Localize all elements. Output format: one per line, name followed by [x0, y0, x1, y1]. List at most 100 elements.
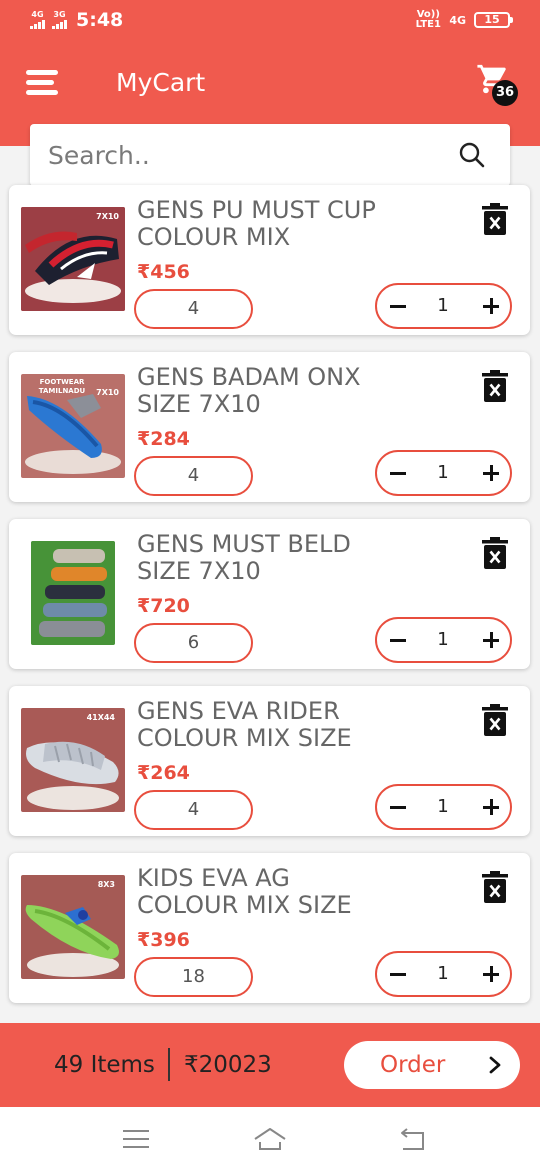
decrease-quantity-button[interactable]: [387, 619, 411, 661]
cart-item-card: 7X10 GENS PU MUST CUP COLOUR MIX ₹456 4 …: [9, 185, 530, 335]
minus-icon: [390, 472, 406, 475]
minus-icon: [390, 305, 406, 308]
size-selector[interactable]: 18: [134, 957, 253, 997]
size-selector[interactable]: 4: [134, 790, 253, 830]
product-size-tag: 8X3: [97, 880, 115, 889]
product-name: KIDS EVA AG COLOUR MIX SIZE: [137, 864, 352, 919]
cart-item-card: 8X3 KIDS EVA AG COLOUR MIX SIZE ₹396 18 …: [9, 853, 530, 1003]
cart-item-card: 41X44 GENS EVA RIDER COLOUR MIX SIZE ₹26…: [9, 686, 530, 836]
network-type: 4G: [449, 13, 466, 27]
quantity-value: 1: [437, 629, 449, 650]
plus-icon-stem: [490, 465, 493, 481]
sim2-network-label: 3G: [53, 10, 66, 19]
home-icon[interactable]: [253, 1125, 287, 1153]
size-selector[interactable]: 6: [134, 623, 253, 663]
brand-tag: FOOTWEAR TAMILNADU: [38, 378, 86, 395]
checkout-bar: 49 Items ₹20023 Order: [0, 1023, 540, 1107]
decrease-quantity-button[interactable]: [387, 786, 411, 828]
clock: 5:48: [76, 9, 124, 31]
search-input[interactable]: [48, 124, 448, 186]
product-price: ₹456: [137, 261, 190, 283]
sim2-signal: 3G: [52, 11, 67, 29]
status-right: Vo)) LTE1 4G 15: [415, 9, 513, 30]
back-icon[interactable]: [395, 1125, 429, 1153]
product-name: GENS PU MUST CUP COLOUR MIX: [137, 196, 376, 251]
sim1-signal: 4G: [30, 11, 45, 29]
signal-bars-icon: [30, 20, 45, 29]
increase-quantity-button[interactable]: [479, 786, 503, 828]
page-title: MyCart: [116, 68, 206, 97]
product-image: 7X10 FOOTWEAR TAMILNADU: [21, 374, 125, 478]
product-size-tag: 7X10: [96, 388, 119, 397]
quantity-value: 1: [437, 295, 449, 316]
plus-icon-stem: [490, 966, 493, 982]
minus-icon: [390, 639, 406, 642]
items-count: 49 Items: [54, 1052, 155, 1078]
product-name: GENS BADAM ONX SIZE 7X10: [137, 363, 361, 418]
product-image: 7X10: [21, 207, 125, 311]
decrease-quantity-button[interactable]: [387, 452, 411, 494]
slipper-image: [31, 541, 115, 645]
battery-icon: 15: [474, 12, 513, 28]
quantity-stepper: 1: [375, 283, 512, 329]
delete-icon[interactable]: [481, 203, 509, 235]
size-selector[interactable]: 4: [134, 289, 253, 329]
sim1-network-label: 4G: [31, 10, 44, 19]
status-left: 4G 3G 5:48: [30, 8, 123, 32]
hamburger-menu-icon[interactable]: [26, 70, 58, 96]
divider: [168, 1048, 170, 1081]
product-size-tag: 41X44: [86, 713, 115, 722]
delete-icon[interactable]: [481, 704, 509, 736]
search-bar: [30, 124, 510, 186]
delete-icon[interactable]: [481, 370, 509, 402]
plus-icon-stem: [490, 799, 493, 815]
slipper-image: [21, 875, 125, 979]
plus-icon-stem: [490, 632, 493, 648]
quantity-stepper: 1: [375, 784, 512, 830]
product-size-tag: 7X10: [96, 212, 119, 221]
decrease-quantity-button[interactable]: [387, 953, 411, 995]
quantity-stepper: 1: [375, 450, 512, 496]
chevron-right-icon: [489, 1056, 501, 1074]
product-image: 8X3: [21, 875, 125, 979]
cart-item-card: 7X10 FOOTWEAR TAMILNADU GENS BADAM ONX S…: [9, 352, 530, 502]
product-name: GENS EVA RIDER COLOUR MIX SIZE: [137, 697, 352, 752]
order-button[interactable]: Order: [344, 1041, 520, 1089]
minus-icon: [390, 806, 406, 809]
order-button-label: Order: [380, 1052, 446, 1078]
increase-quantity-button[interactable]: [479, 619, 503, 661]
cart-count-badge: 36: [492, 80, 518, 106]
system-navigation-bar: [0, 1107, 540, 1170]
cart-total: ₹20023: [184, 1052, 272, 1078]
size-selector[interactable]: 4: [134, 456, 253, 496]
plus-icon-stem: [490, 298, 493, 314]
increase-quantity-button[interactable]: [479, 452, 503, 494]
recent-apps-icon[interactable]: [119, 1125, 153, 1153]
product-price: ₹284: [137, 428, 190, 450]
quantity-stepper: 1: [375, 951, 512, 997]
status-bar: 4G 3G 5:48 Vo)) LTE1 4G 15: [0, 0, 540, 42]
slipper-image: [21, 708, 125, 812]
cart-button[interactable]: 36: [476, 62, 520, 106]
quantity-value: 1: [437, 963, 449, 984]
delete-icon[interactable]: [481, 537, 509, 569]
volte-indicator: Vo)) LTE1: [415, 9, 441, 30]
quantity-stepper: 1: [375, 617, 512, 663]
search-icon[interactable]: [458, 141, 486, 169]
cart-item-card: GENS MUST BELD SIZE 7X10 ₹720 6 1: [9, 519, 530, 669]
minus-icon: [390, 973, 406, 976]
product-price: ₹264: [137, 762, 190, 784]
product-image: [31, 541, 115, 645]
signal-bars-icon: [52, 20, 67, 29]
increase-quantity-button[interactable]: [479, 285, 503, 327]
product-image: 41X44: [21, 708, 125, 812]
product-price: ₹396: [137, 929, 190, 951]
delete-icon[interactable]: [481, 871, 509, 903]
quantity-value: 1: [437, 796, 449, 817]
decrease-quantity-button[interactable]: [387, 285, 411, 327]
product-price: ₹720: [137, 595, 190, 617]
quantity-value: 1: [437, 462, 449, 483]
slipper-image: [21, 207, 125, 311]
increase-quantity-button[interactable]: [479, 953, 503, 995]
product-name: GENS MUST BELD SIZE 7X10: [137, 530, 351, 585]
